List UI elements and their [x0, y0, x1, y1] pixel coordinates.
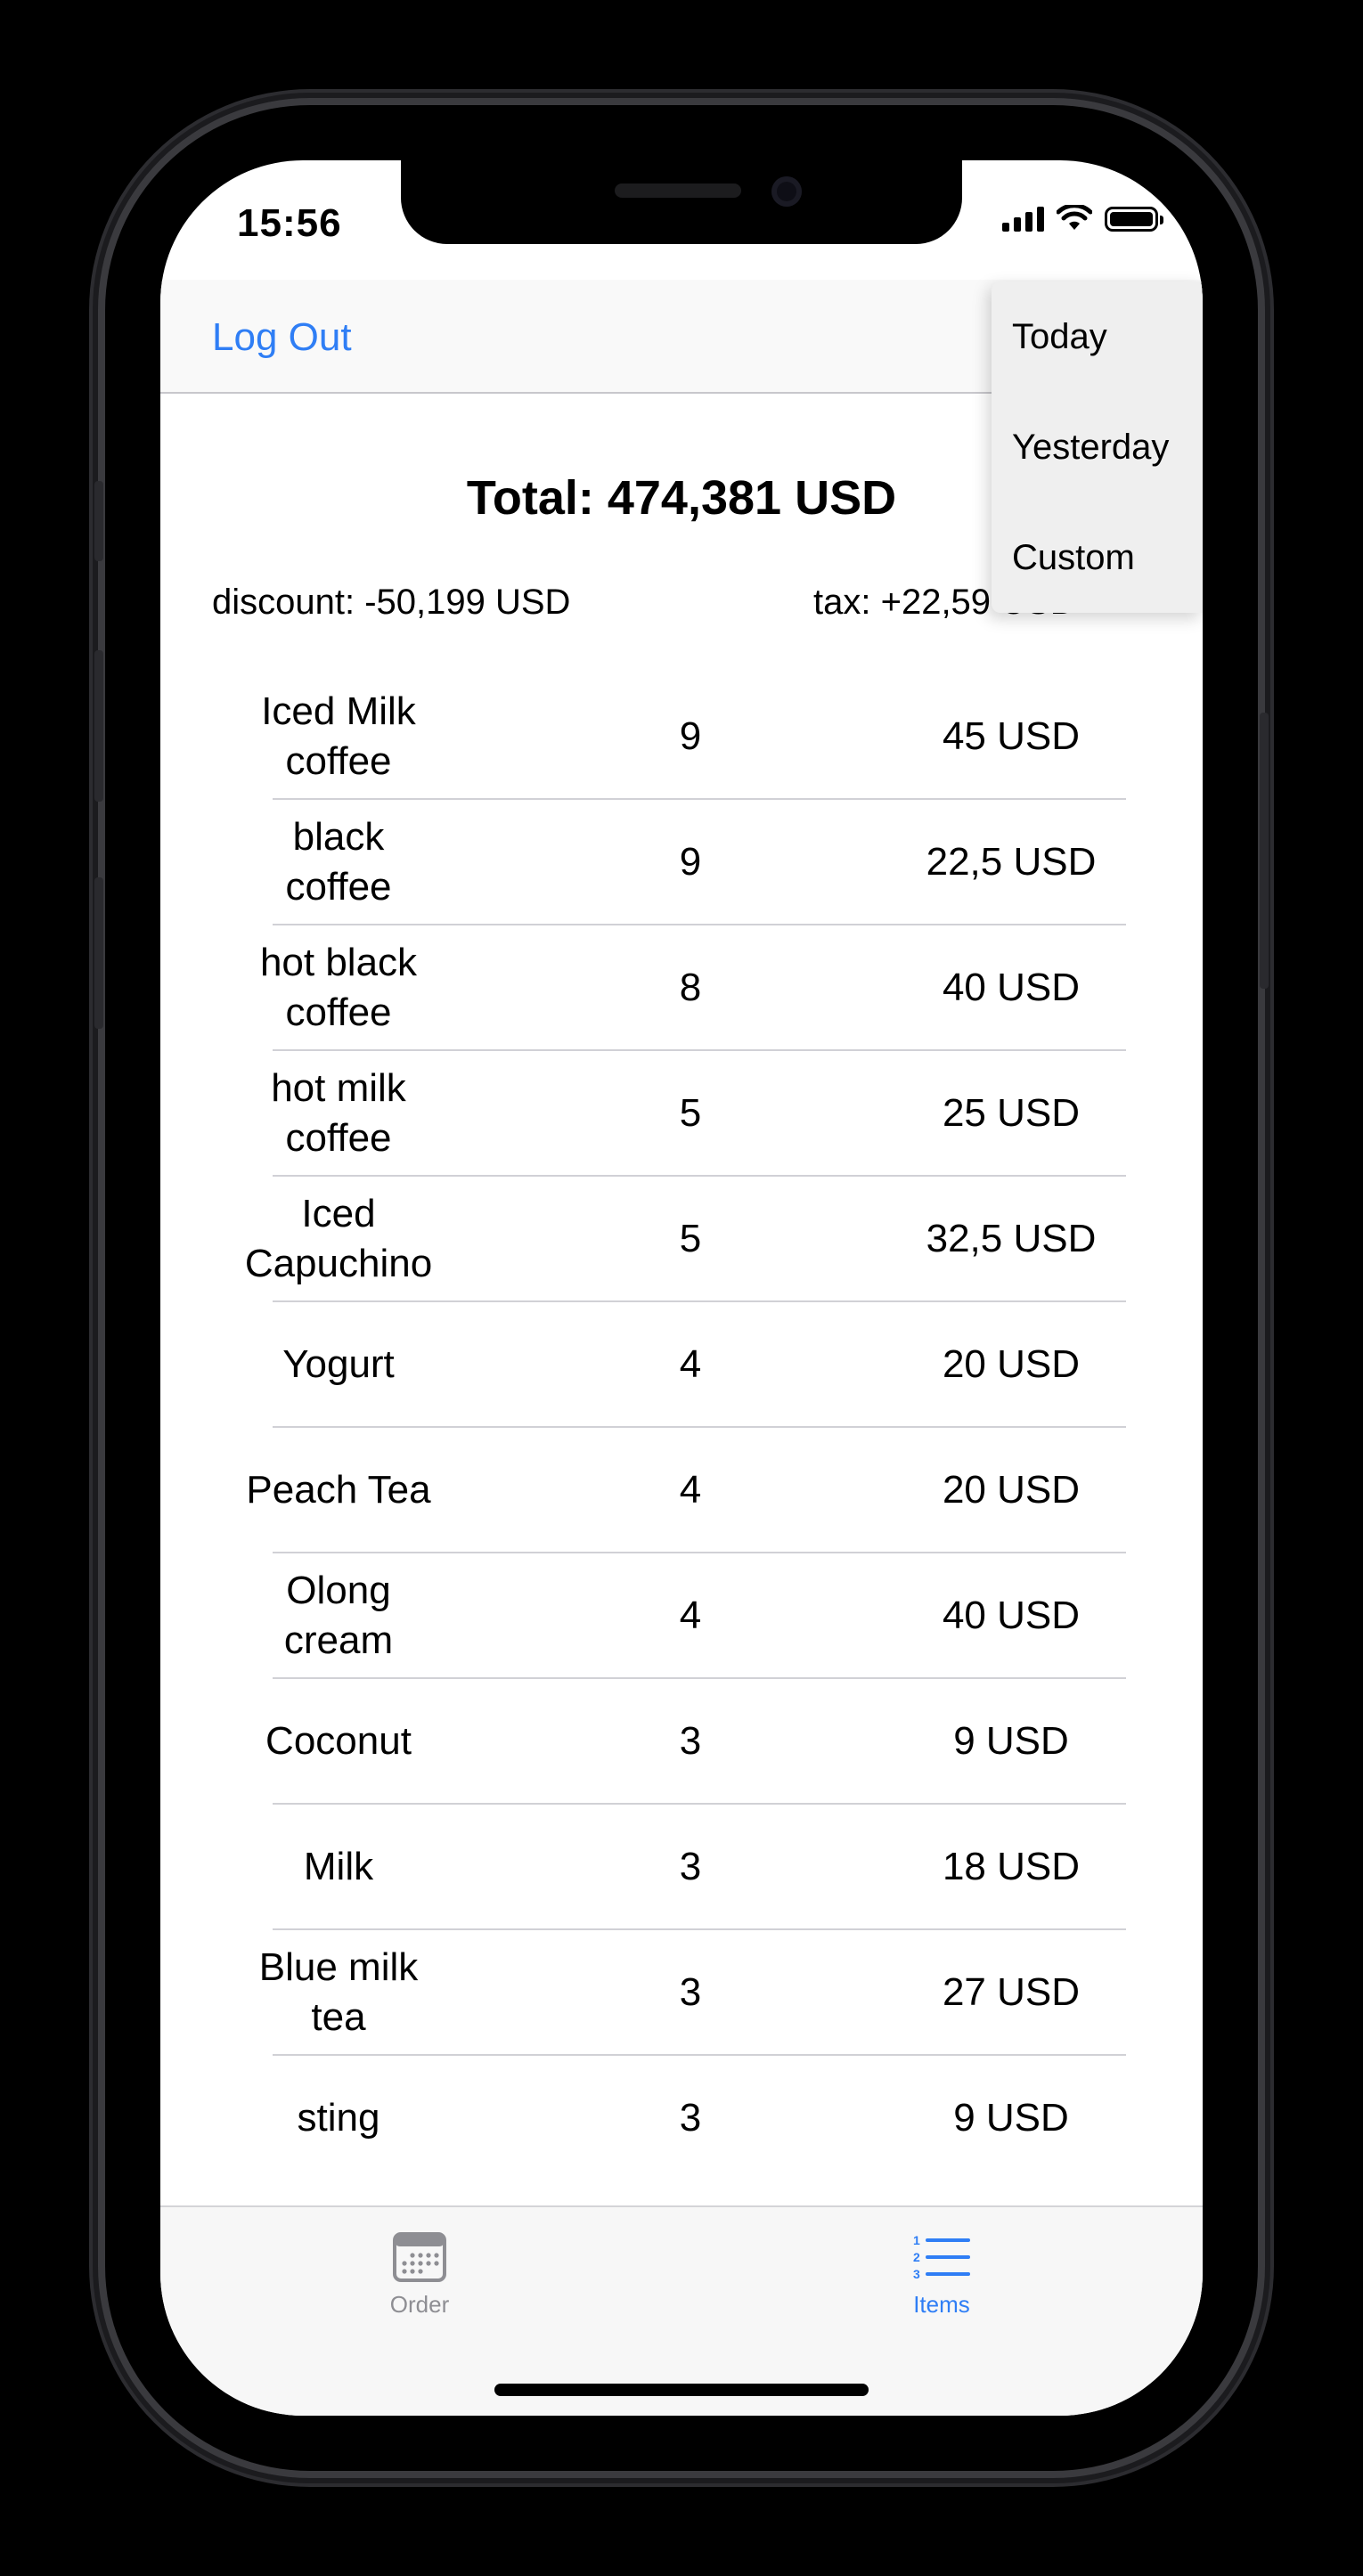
item-quantity: 9 [679, 713, 702, 758]
item-quantity: 4 [679, 1341, 702, 1386]
item-name: Peach Tea [246, 1467, 431, 1512]
menu-item-yesterday[interactable]: Yesterday [992, 392, 1203, 502]
status-icons [1002, 205, 1163, 232]
items-table: Iced Milk coffee 9 45 USD black coffee 9 22,… [160, 674, 1203, 2181]
table-row[interactable]: Peach Tea 4 20 USD [160, 1428, 1203, 1553]
logout-button[interactable]: Log Out [212, 315, 352, 360]
item-price: 18 USD [942, 1844, 1081, 1888]
menu-item-today[interactable]: Today [992, 281, 1203, 392]
table-row[interactable]: Olong cream 4 40 USD [160, 1553, 1203, 1679]
table-row[interactable]: hot milk coffee 5 25 USD [160, 1051, 1203, 1177]
mute-switch [94, 481, 103, 561]
item-price: 22,5 USD [926, 839, 1097, 884]
table-row[interactable]: Iced Capuchino 5 32,5 USD [160, 1177, 1203, 1302]
item-price: 40 USD [942, 965, 1081, 1009]
item-price: 25 USD [942, 1090, 1081, 1135]
wifi-icon [1057, 205, 1092, 230]
item-price: 40 USD [942, 1593, 1081, 1637]
svg-text:3: 3 [913, 2267, 920, 2281]
front-camera [771, 176, 802, 207]
power-button [1260, 713, 1269, 989]
item-name: Iced Milk coffee [261, 689, 416, 783]
table-row[interactable]: Coconut 3 9 USD [160, 1679, 1203, 1805]
table-row[interactable]: Blue milk tea 3 27 USD [160, 1930, 1203, 2056]
battery-icon [1105, 207, 1163, 232]
table-row[interactable]: sting 3 9 USD [160, 2056, 1203, 2181]
item-quantity: 3 [679, 1844, 702, 1888]
item-name: Iced Capuchino [244, 1191, 433, 1285]
item-price: 9 USD [953, 2095, 1069, 2140]
item-quantity: 3 [679, 1969, 702, 2014]
item-price: 45 USD [942, 713, 1081, 758]
item-quantity: 3 [679, 1718, 702, 1763]
cellular-signal-icon [1002, 205, 1044, 232]
home-indicator[interactable] [494, 2384, 869, 2396]
status-time: 15:56 [237, 201, 342, 245]
item-name: Olong cream [283, 1568, 394, 1662]
tab-items[interactable]: 1 2 3 Items [861, 2232, 1022, 2319]
svg-text:1: 1 [913, 2233, 920, 2247]
item-price: 9 USD [953, 1718, 1069, 1763]
numbered-list-icon: 1 2 3 [913, 2233, 970, 2281]
volume-down-button [94, 877, 103, 1029]
item-quantity: 4 [679, 1593, 702, 1637]
table-row[interactable]: Milk 3 18 USD [160, 1805, 1203, 1930]
tab-items-label: Items [913, 2291, 970, 2318]
item-name: black coffee [285, 814, 392, 909]
item-name: Coconut [265, 1718, 412, 1763]
item-quantity: 3 [679, 2095, 702, 2140]
item-quantity: 9 [679, 839, 702, 884]
table-row[interactable]: black coffee 9 22,5 USD [160, 800, 1203, 925]
date-range-menu: Today Yesterday Custom [992, 281, 1203, 613]
svg-text:2: 2 [913, 2250, 920, 2264]
calendar-icon [393, 2232, 446, 2282]
speaker-grille [615, 183, 741, 198]
item-price: 32,5 USD [926, 1216, 1097, 1260]
item-quantity: 5 [679, 1216, 702, 1260]
menu-item-custom[interactable]: Custom [992, 502, 1203, 613]
item-quantity: 8 [679, 965, 702, 1009]
item-price: 27 USD [942, 1969, 1081, 2014]
app-screen: 15:56 Log Out Total: 474,381 USD discoun… [160, 160, 1203, 2416]
item-name: Yogurt [282, 1341, 395, 1386]
item-price: 20 USD [942, 1341, 1081, 1386]
table-row[interactable]: Iced Milk coffee 9 45 USD [160, 674, 1203, 800]
item-quantity: 4 [679, 1467, 702, 1512]
item-name: Milk [303, 1844, 374, 1888]
item-name: Blue milk tea [258, 1944, 419, 2039]
item-quantity: 5 [679, 1090, 702, 1135]
item-name: hot black coffee [259, 940, 418, 1034]
notch [401, 160, 962, 244]
item-price: 20 USD [942, 1467, 1081, 1512]
item-name: hot milk coffee [271, 1065, 406, 1160]
tab-order[interactable]: Order [339, 2232, 500, 2319]
tab-order-label: Order [389, 2291, 450, 2318]
discount-amount: discount: -50,199 USD [212, 583, 571, 622]
volume-up-button [94, 650, 103, 802]
table-row[interactable]: hot black coffee 8 40 USD [160, 925, 1203, 1051]
item-name: sting [297, 2095, 380, 2140]
table-row[interactable]: Yogurt 4 20 USD [160, 1302, 1203, 1428]
